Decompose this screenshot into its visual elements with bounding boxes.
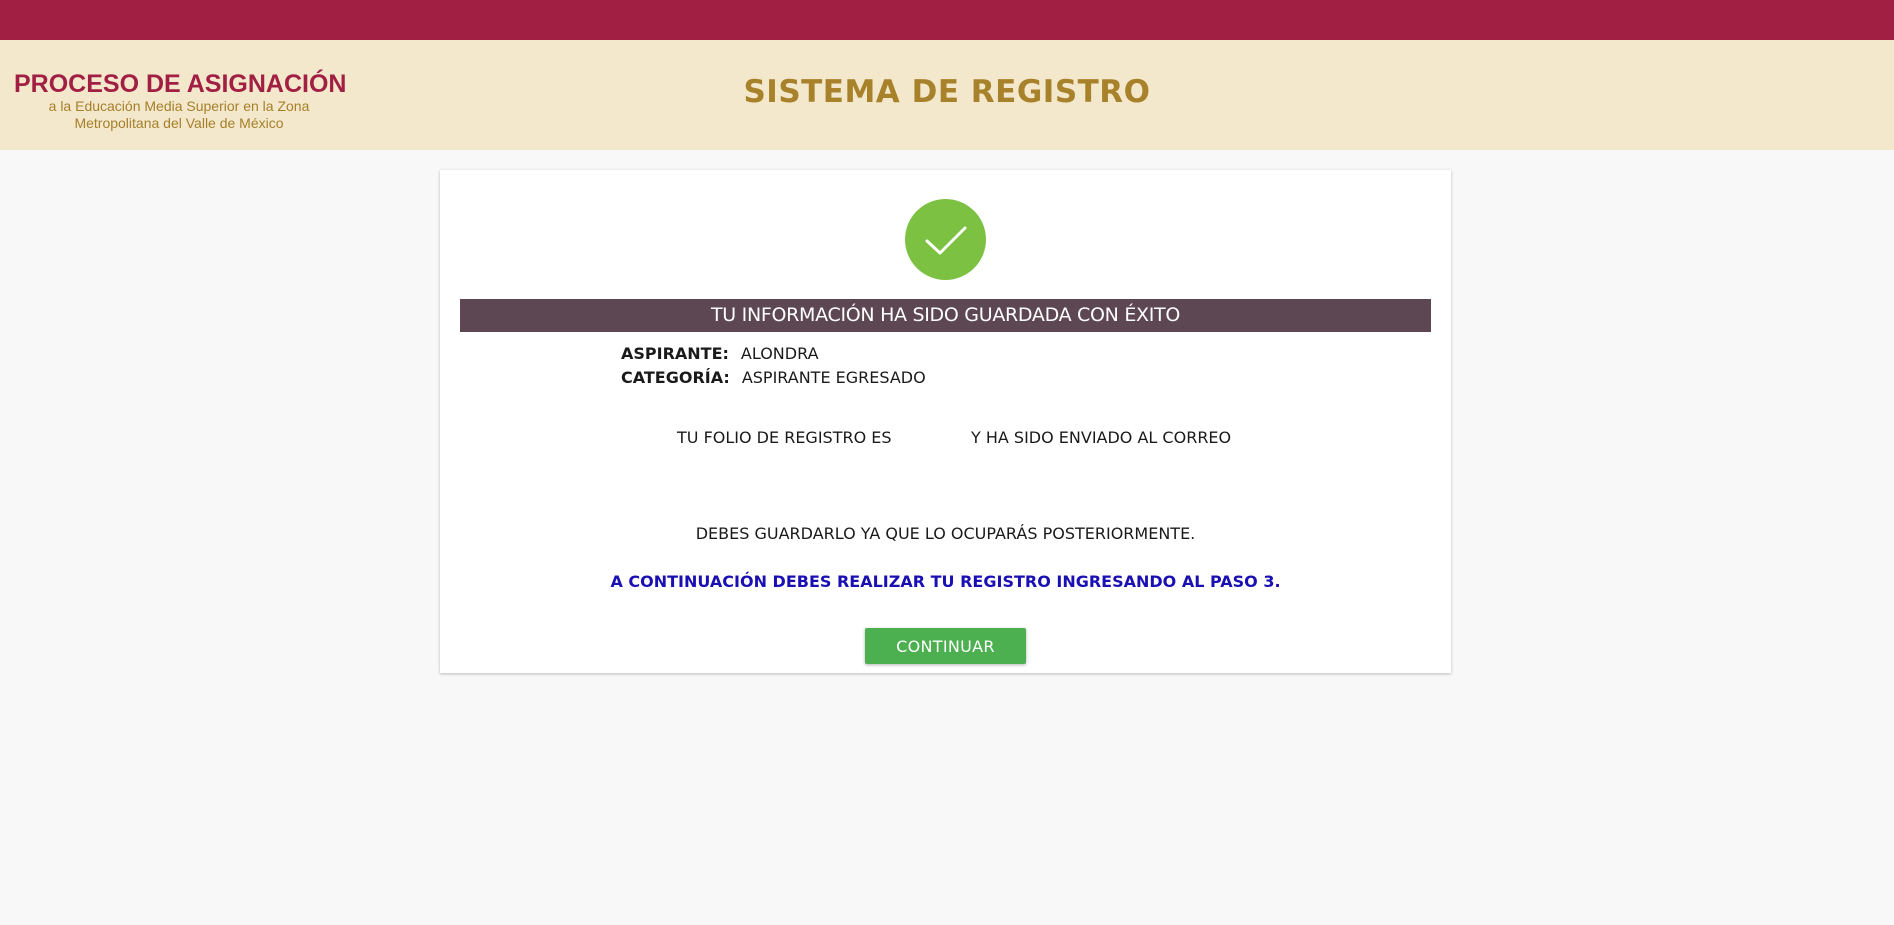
save-note: DEBES GUARDARLO YA QUE LO OCUPARÁS POSTE… — [695, 524, 1196, 543]
page-title: SISTEMA DE REGISTRO — [743, 74, 1151, 110]
aspirante-value: ALONDRA — [740, 344, 819, 363]
header: PROCESO DE ASIGNACIÓN a la Educación Med… — [0, 40, 1894, 150]
folio-text-left: TU FOLIO DE REGISTRO ES — [677, 428, 892, 447]
categoria-value: ASPIRANTE EGRESADO — [741, 368, 926, 387]
continue-button[interactable]: CONTINUAR — [865, 628, 1026, 664]
logo-subtitle-line2: Metropolitana del Valle de México — [74, 115, 284, 131]
top-bar — [0, 0, 1894, 40]
check-icon — [905, 199, 986, 280]
success-banner: TU INFORMACIÓN HA SIDO GUARDADA CON ÉXIT… — [460, 299, 1431, 332]
categoria-row: CATEGORÍA: ASPIRANTE EGRESADO — [621, 368, 926, 387]
aspirante-row: ASPIRANTE: ALONDRA — [621, 344, 819, 363]
confirmation-card: TU INFORMACIÓN HA SIDO GUARDADA CON ÉXIT… — [440, 170, 1451, 673]
aspirante-label: ASPIRANTE: — [621, 344, 729, 363]
next-step-note: A CONTINUACIÓN DEBES REALIZAR TU REGISTR… — [610, 572, 1281, 591]
folio-text-right: Y HA SIDO ENVIADO AL CORREO — [971, 428, 1232, 447]
categoria-label: CATEGORÍA: — [621, 368, 730, 387]
